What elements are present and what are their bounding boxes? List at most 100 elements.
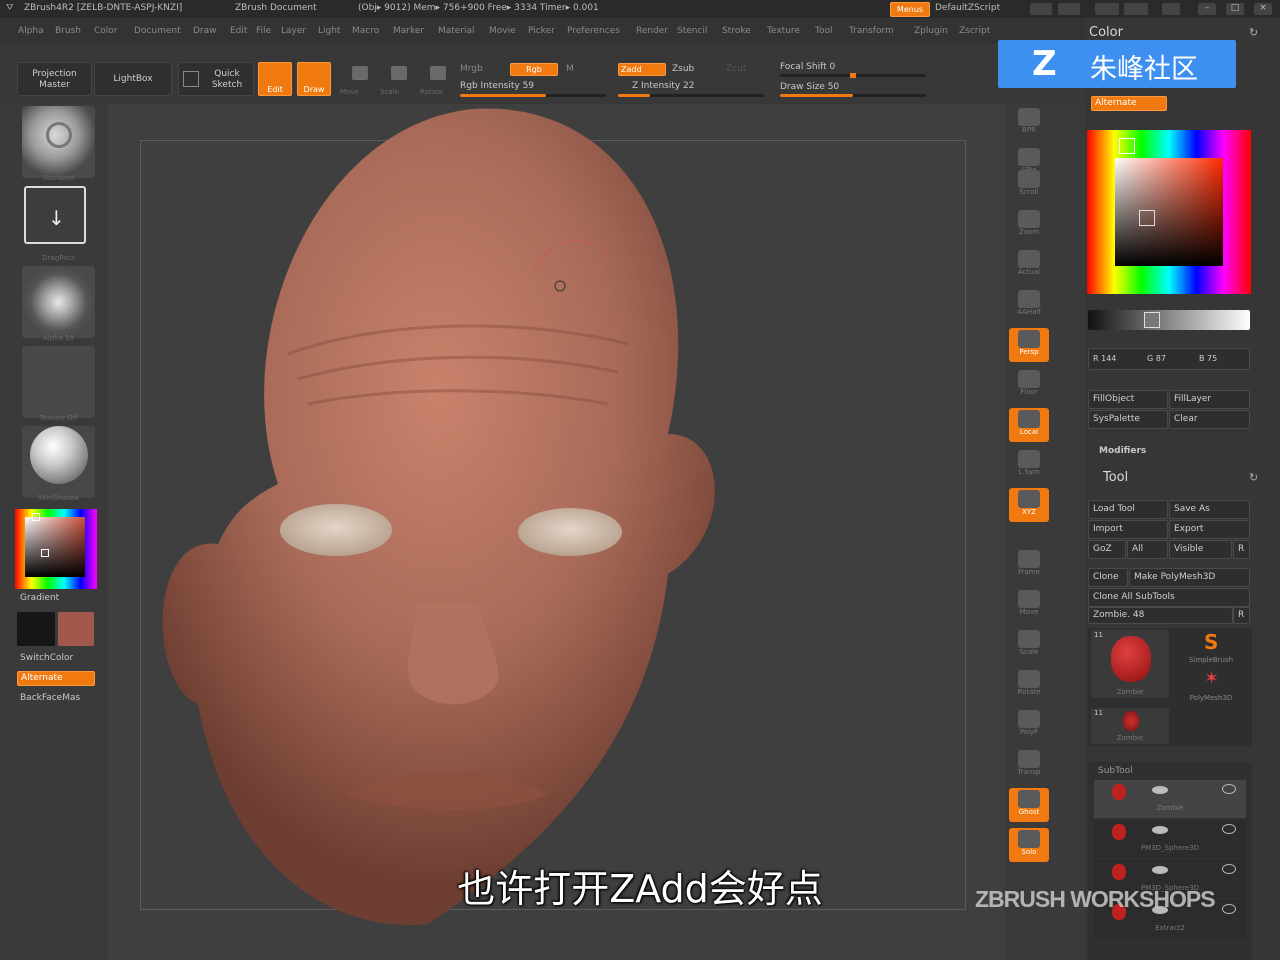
z-intensity-slider[interactable] (618, 94, 764, 97)
close-icon[interactable]: × (1254, 3, 1272, 15)
scroll-button[interactable]: Scroll (1009, 168, 1049, 202)
focal-shift-slider[interactable] (780, 73, 926, 78)
brush-selector[interactable] (22, 106, 95, 178)
menu-stroke[interactable]: Stroke (722, 26, 751, 36)
menu-stencil[interactable]: Stencil (677, 26, 707, 36)
draw-button[interactable]: Draw (297, 62, 331, 96)
menu-color[interactable]: Color (94, 26, 118, 36)
clone-all-subtools-button[interactable]: Clone All SubTools (1088, 588, 1250, 607)
draw-size-slider[interactable] (780, 94, 926, 97)
rgb-intensity-slider[interactable] (460, 94, 606, 97)
export-button[interactable]: Export (1169, 520, 1250, 539)
backface-mask-button[interactable]: BackFaceMas (20, 693, 80, 703)
visibility-eye-icon[interactable] (1152, 826, 1168, 834)
texture-selector[interactable] (22, 346, 95, 418)
menu-alpha[interactable]: Alpha (18, 26, 44, 36)
menu-preferences[interactable]: Preferences (567, 26, 620, 36)
import-button[interactable]: Import (1088, 520, 1168, 539)
zoom-button[interactable]: Zoom (1009, 208, 1049, 242)
projection-master-button[interactable]: Projection Master (17, 62, 92, 96)
bpr-button[interactable]: BPR (1009, 106, 1049, 140)
menus-button[interactable]: Menus (890, 2, 930, 17)
color-picker-square[interactable] (1115, 158, 1223, 266)
value-selector-icon[interactable] (1139, 210, 1155, 226)
rotate-button[interactable]: Rotate (420, 88, 443, 96)
menu-material[interactable]: Material (438, 26, 475, 36)
left-color-square[interactable] (25, 517, 85, 577)
transp-button[interactable]: Transp (1009, 748, 1049, 782)
menu-file[interactable]: File (256, 26, 271, 36)
persp-button[interactable]: Persp (1009, 328, 1049, 362)
tool-panel-reset-icon[interactable]: ↻ (1249, 471, 1258, 484)
save-as-button[interactable]: Save As (1169, 500, 1250, 519)
left-color-picker[interactable] (15, 509, 97, 589)
menu-macro[interactable]: Macro (352, 26, 379, 36)
fill-layer-button[interactable]: FillLayer (1169, 390, 1250, 409)
blue-value[interactable]: B 75 (1199, 349, 1217, 369)
scale-button[interactable]: Scale (380, 88, 399, 96)
subtool-item[interactable]: Zombie (1094, 780, 1246, 818)
maximize-icon[interactable]: □ (1226, 3, 1244, 15)
menu-tool[interactable]: Tool (815, 26, 832, 36)
load-tool-button[interactable]: Load Tool (1088, 500, 1168, 519)
menu-texture[interactable]: Texture (767, 26, 800, 36)
rgb-button[interactable]: Rgb (510, 63, 558, 76)
zcut-button[interactable]: Zcut (726, 64, 746, 74)
polyf-button[interactable]: PolyF (1009, 708, 1049, 742)
zombie-tool-thumb-small[interactable]: 11 Zombie (1091, 708, 1169, 744)
sys-palette-button[interactable]: SysPalette (1088, 410, 1168, 429)
color-panel-title[interactable]: Color (1089, 25, 1123, 40)
simplebrush-tool-thumb[interactable]: S SimpleBrush (1172, 630, 1250, 666)
alternate-button[interactable]: Alternate (17, 671, 95, 686)
focal-shift-label[interactable]: Focal Shift 0 (780, 62, 835, 72)
solo-button[interactable]: Solo (1009, 828, 1049, 862)
move-button[interactable]: Move (1009, 588, 1049, 622)
rgb-intensity-label[interactable]: Rgb Intensity 59 (460, 81, 534, 91)
menu-transform[interactable]: Transform (849, 26, 894, 36)
goz-r-button[interactable]: R (1233, 540, 1250, 559)
red-value[interactable]: R 144 (1093, 349, 1116, 369)
color-picker-wheel[interactable] (1087, 130, 1251, 294)
floor-button[interactable]: Floor (1009, 368, 1049, 402)
mrgb-button[interactable]: Mrgb (460, 64, 483, 74)
nav-arrows-icon[interactable] (1030, 3, 1052, 15)
edit-button[interactable]: Edit (258, 62, 292, 96)
goz-visible-button[interactable]: Visible (1169, 540, 1232, 559)
subtool-toggle-icon[interactable] (1222, 784, 1236, 794)
polymesh-tool-thumb[interactable]: ✶ PolyMesh3D (1172, 668, 1250, 704)
canvas-viewport[interactable] (108, 104, 1005, 960)
goz-button[interactable]: GoZ (1088, 540, 1126, 559)
rgb-values[interactable]: R 144 G 87 B 75 (1088, 348, 1250, 370)
menu-document[interactable]: Document (134, 26, 181, 36)
stroke-selector[interactable]: ↓ (24, 186, 86, 244)
visibility-eye-icon[interactable] (1152, 786, 1168, 794)
menu-marker[interactable]: Marker (393, 26, 424, 36)
scale-button[interactable]: Scale (1009, 628, 1049, 662)
alpha-selector[interactable] (22, 266, 95, 338)
goz-all-button[interactable]: All (1127, 540, 1168, 559)
local-button[interactable]: Local (1009, 408, 1049, 442)
lsym-button[interactable]: L.Sym (1009, 448, 1049, 482)
main-color-swatch[interactable] (58, 612, 94, 646)
aahalf-button[interactable]: AAHalf (1009, 288, 1049, 322)
ghost-button[interactable]: Ghost (1009, 788, 1049, 822)
make-polymesh-button[interactable]: Make PolyMesh3D (1129, 568, 1250, 587)
hue-selector-icon[interactable] (1119, 138, 1135, 154)
material-selector[interactable] (22, 426, 95, 498)
z-intensity-label[interactable]: Z Intensity 22 (632, 81, 695, 91)
lock-icon[interactable] (1162, 3, 1180, 15)
current-tool-slider[interactable]: Zombie. 48 (1088, 607, 1233, 624)
lightbox-button[interactable]: LightBox (94, 62, 172, 96)
grayscale-handle-icon[interactable] (1144, 312, 1160, 328)
frame-button[interactable]: Frame (1009, 548, 1049, 582)
subtool-item[interactable]: PM3D_Sphere3D (1094, 820, 1246, 858)
menu-zplugin[interactable]: Zplugin (914, 26, 948, 36)
subtool-title[interactable]: SubTool (1098, 766, 1133, 776)
subtool-toggle-icon[interactable] (1222, 824, 1236, 834)
menu-light[interactable]: Light (318, 26, 340, 36)
tool-r-button[interactable]: R (1233, 607, 1250, 624)
modifiers-label[interactable]: Modifiers (1099, 446, 1146, 456)
color-panel-reset-icon[interactable]: ↻ (1249, 26, 1258, 39)
secondary-color-swatch[interactable] (17, 612, 55, 646)
quick-sketch-button[interactable]: Quick Sketch (178, 62, 254, 96)
